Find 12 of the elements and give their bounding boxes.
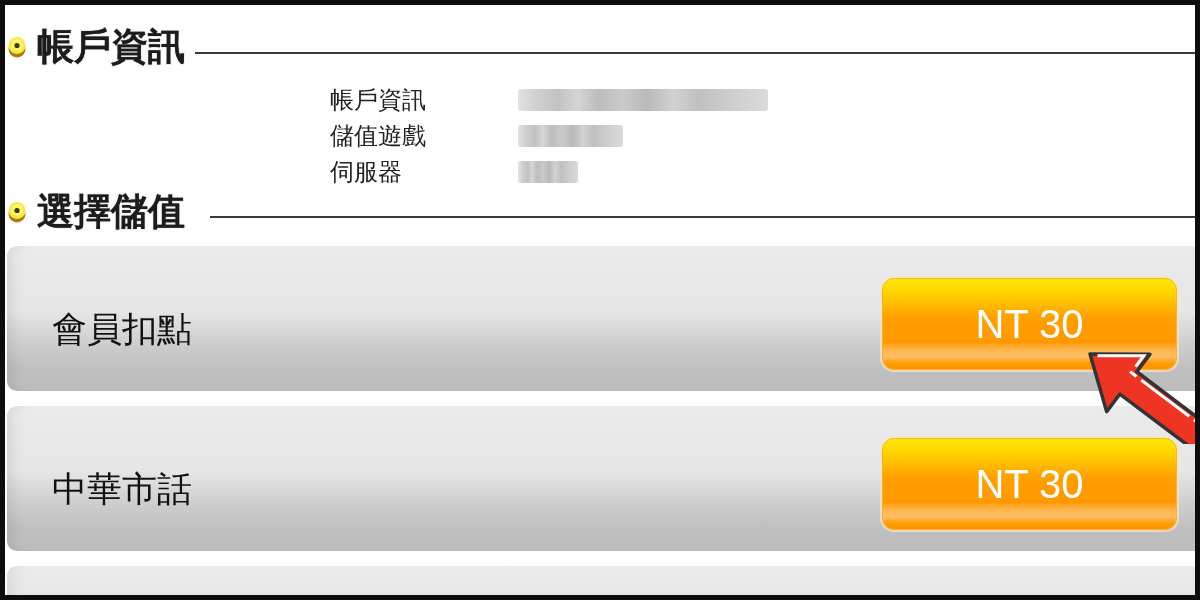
option-label: 中華市話: [52, 468, 192, 511]
section-heading: 帳戶資訊: [37, 25, 185, 69]
bullet-icon: [8, 36, 26, 58]
option-card[interactable]: 中華市話 NT 30: [7, 406, 1195, 551]
info-label: 帳戶資訊: [330, 85, 427, 116]
option-card[interactable]: [7, 566, 1195, 595]
info-label: 伺服器: [330, 157, 403, 188]
section-heading: 選擇儲值: [37, 190, 185, 234]
option-card[interactable]: 會員扣點 NT 30: [7, 246, 1195, 391]
info-label: 儲值遊戲: [330, 121, 427, 152]
option-label: 會員扣點: [52, 308, 192, 351]
bullet-icon: [8, 201, 26, 223]
